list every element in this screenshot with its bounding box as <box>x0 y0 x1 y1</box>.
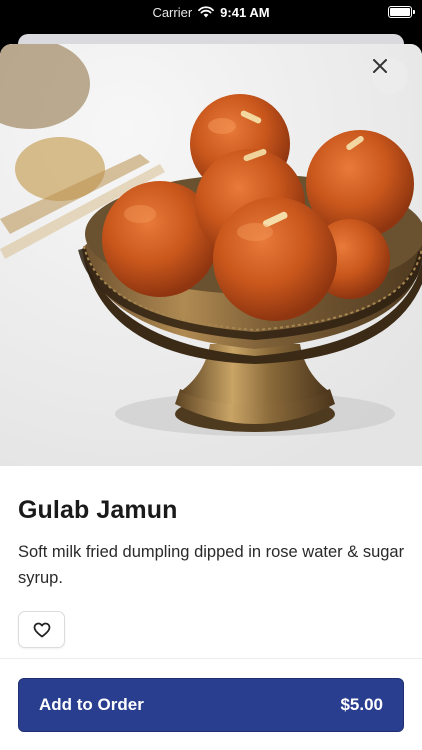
carrier-label: Carrier <box>152 4 193 20</box>
item-info: Gulab Jamun Soft milk fried dumpling dip… <box>18 496 408 591</box>
item-title: Gulab Jamun <box>18 496 178 524</box>
status-time: 9:41 AM <box>220 4 270 20</box>
close-button[interactable] <box>372 58 408 94</box>
close-icon <box>373 59 387 73</box>
item-detail-sheet: Gulab Jamun Soft milk fried dumpling dip… <box>0 44 422 750</box>
screen: Carrier 9:41 AM Gulab Jamun Soft milk fr… <box>0 0 422 750</box>
add-to-order-button[interactable]: Add to Order $5.00 <box>18 678 404 732</box>
item-description: Soft milk fried dumpling dipped in rose … <box>18 543 405 587</box>
item-image <box>0 44 422 466</box>
gulab-jamun-photo <box>0 44 422 466</box>
favorite-button[interactable] <box>18 611 65 648</box>
heart-icon <box>33 622 50 637</box>
add-to-order-label: Add to Order <box>39 695 144 714</box>
status-bar: Carrier 9:41 AM <box>0 0 422 24</box>
status-center: Carrier 9:41 AM <box>152 5 269 20</box>
wifi-icon <box>198 6 215 18</box>
battery-icon <box>388 6 415 18</box>
price-label: $5.00 <box>340 695 383 714</box>
divider <box>0 658 422 659</box>
